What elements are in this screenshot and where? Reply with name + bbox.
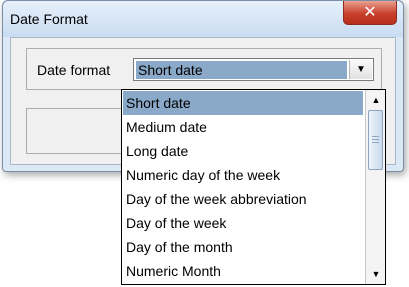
window-title: Date Format [10,11,88,27]
list-item-numeric-day-of-week[interactable]: Numeric day of the week [123,163,363,187]
date-format-combobox[interactable]: Short date ▼ [133,58,374,81]
title-bar[interactable]: Date Format ✕ [3,1,403,37]
scroll-up-arrow-icon[interactable]: ▲ [367,91,385,109]
list-item-day-of-week-abbreviation[interactable]: Day of the week abbreviation [123,187,363,211]
grip-line [372,139,379,140]
grip-line [372,136,379,137]
list-item-long-date[interactable]: Long date [123,139,363,163]
date-format-label: Date format [37,62,111,78]
combobox-selected-value: Short date [136,61,347,79]
close-button[interactable]: ✕ [343,1,397,25]
date-format-group: Date format Short date ▼ [26,48,382,90]
scrollbar-thumb[interactable] [368,110,383,170]
list-item-numeric-month[interactable]: Numeric Month [123,259,363,283]
chevron-down-icon[interactable]: ▼ [349,60,372,79]
list-item-day-of-month[interactable]: Day of the month [123,235,363,259]
list-item-day-of-week[interactable]: Day of the week [123,211,363,235]
dropdown-scrollbar[interactable]: ▲ ▼ [365,90,385,284]
list-item-medium-date[interactable]: Medium date [123,115,363,139]
grip-line [372,142,379,143]
close-icon: ✕ [363,2,377,21]
scroll-down-arrow-icon[interactable]: ▼ [367,265,385,283]
list-item-short-date[interactable]: Short date [123,91,363,115]
date-format-dropdown-list: Short date Medium date Long date Numeric… [121,89,386,285]
